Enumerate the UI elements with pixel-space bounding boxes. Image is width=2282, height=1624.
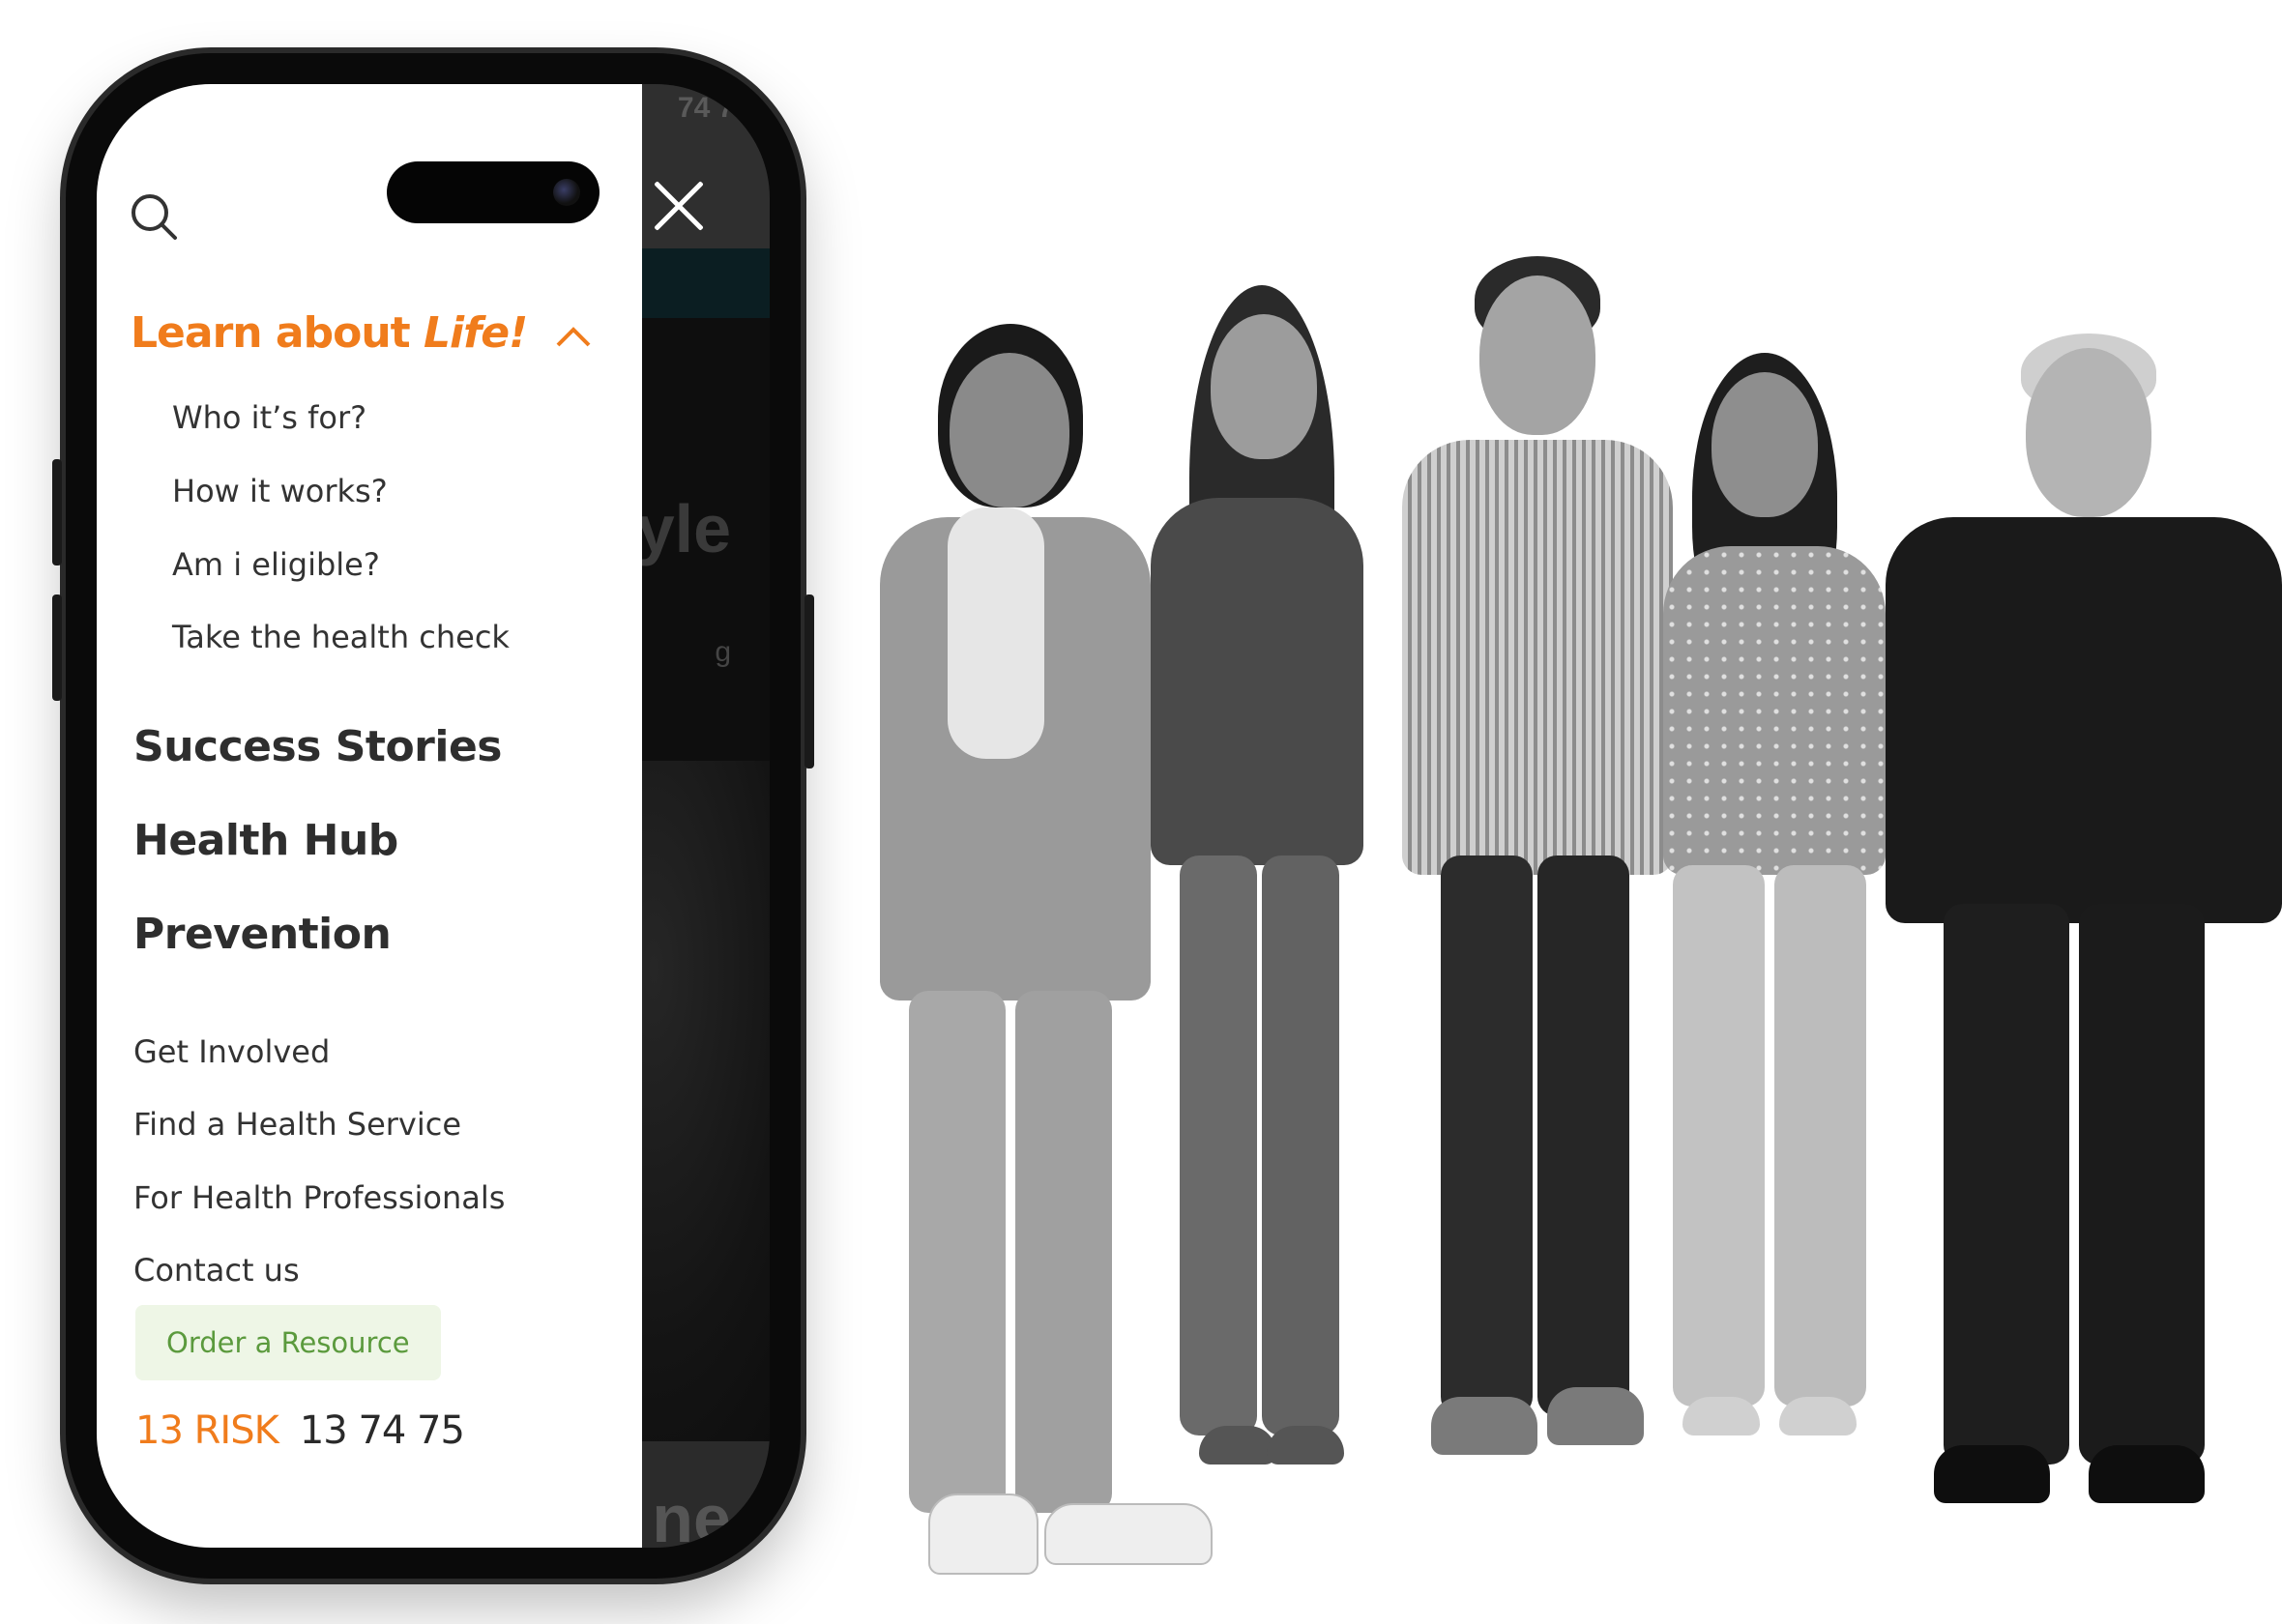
mobile-nav-menu: Learn about Life! Who it’s for? How it w…	[97, 84, 642, 1548]
dynamic-island	[387, 161, 600, 223]
menu-item-success-stories[interactable]: Success Stories	[133, 722, 502, 771]
menu-item-how-it-works[interactable]: How it works?	[172, 473, 388, 509]
menu-item-get-involved[interactable]: Get Involved	[133, 1033, 330, 1070]
hotline-link[interactable]: 13 RISK 13 74 75	[135, 1408, 465, 1453]
order-resource-button[interactable]: Order a Resource	[135, 1305, 441, 1380]
menu-item-health-hub[interactable]: Health Hub	[133, 816, 398, 865]
menu-item-who-its-for[interactable]: Who it’s for?	[172, 399, 366, 436]
person-figure	[1383, 256, 1682, 1542]
group-photo	[870, 256, 2282, 1610]
menu-item-am-i-eligible[interactable]: Am i eligible?	[172, 546, 380, 583]
phone-screen: 74 75 yle g can he vice. ne Learn about	[97, 84, 770, 1548]
section-label: Learn about Life!	[131, 308, 528, 358]
menu-item-find-health-service[interactable]: Find a Health Service	[133, 1106, 461, 1143]
background-heading: yle	[636, 491, 731, 566]
person-figure	[1876, 334, 2282, 1532]
close-icon[interactable]	[652, 179, 706, 233]
camera-icon	[553, 179, 580, 206]
menu-item-contact-us[interactable]: Contact us	[133, 1252, 300, 1289]
chevron-up-icon	[556, 326, 591, 346]
phone-side-button	[805, 594, 814, 768]
search-icon[interactable]	[128, 190, 180, 243]
phone-side-button	[52, 459, 62, 566]
person-figure	[870, 324, 1213, 1610]
hotline-prefix: 13 RISK	[135, 1408, 279, 1453]
menu-item-health-professionals[interactable]: For Health Professionals	[133, 1179, 505, 1216]
learn-about-life-toggle[interactable]: Learn about Life!	[131, 308, 593, 358]
section-label-main: Learn about	[131, 308, 411, 358]
section-label-brand: Life!	[424, 308, 528, 358]
background-text: g	[715, 636, 731, 668]
phone-mockup: 74 75 yle g can he vice. ne Learn about	[52, 53, 814, 1579]
menu-item-prevention[interactable]: Prevention	[133, 910, 392, 959]
person-figure	[1131, 285, 1383, 1542]
menu-item-health-check[interactable]: Take the health check	[172, 619, 510, 655]
background-phone-number: 74 75	[677, 92, 750, 124]
background-footer-text: ne	[652, 1481, 731, 1548]
phone-side-button	[52, 594, 62, 701]
person-figure	[1653, 353, 1895, 1484]
hotline-number: 13 74 75	[299, 1408, 465, 1453]
